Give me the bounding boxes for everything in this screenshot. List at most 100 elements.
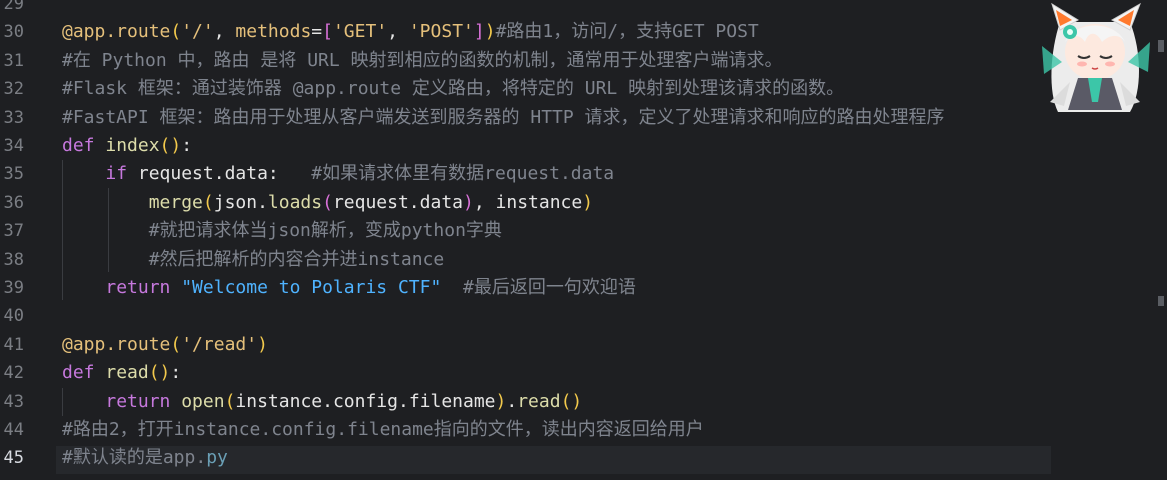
code-token: #在 Python 中，路由 是将 URL 映射到相应的函数的机制，通常用于处理…	[62, 49, 783, 71]
code-text: @app.route('/', methods=['GET', 'POST'])…	[62, 18, 759, 46]
code-line[interactable]: 36 merge(json.loads(request.data), insta…	[0, 189, 1155, 217]
code-token: ,	[387, 21, 409, 43]
code-line[interactable]: 41 @app.route('/read')	[0, 331, 1155, 359]
line-number: 37	[3, 221, 24, 242]
code-token: )	[495, 390, 507, 412]
line-number: 32	[3, 79, 24, 100]
code-token: ]	[473, 21, 485, 43]
code-token: =	[311, 21, 323, 43]
code-token: 'POST'	[408, 21, 474, 43]
code-line[interactable]: 43 return open(instance.config.filename)…	[0, 388, 1155, 416]
code-token: '/read'	[181, 333, 258, 355]
code-token: "Welcome to Polaris CTF"	[181, 277, 442, 298]
code-editor[interactable]: 29 30 @app.route('/', methods=['GET', 'POS…	[0, 0, 1167, 480]
mascot-sticker-icon	[1042, 2, 1150, 112]
code-line[interactable]: 39 return "Welcome to Polaris CTF" #最后返回…	[0, 274, 1155, 302]
line-number: 40	[3, 306, 24, 327]
line-number: 31	[3, 50, 24, 71]
code-token: read	[105, 362, 149, 384]
code-token: (	[224, 390, 236, 412]
code-text: #Flask 框架：通过装饰器 @app.route 定义路由，将特定的 URL…	[62, 75, 844, 103]
code-token: 'GET'	[332, 21, 388, 43]
code-text: #FastAPI 框架：路由用于处理从客户端发送到服务器的 HTTP 请求，定义…	[62, 104, 945, 132]
code-token: return	[105, 390, 182, 412]
code-token: read	[517, 390, 561, 412]
code-token: ()	[159, 135, 182, 156]
code-text: if request.data: #如果请求体里有数据request.data	[62, 160, 614, 188]
code-token: #Flask 框架：通过装饰器 @app.route 定义路由，将特定的 URL…	[62, 78, 845, 100]
code-lines[interactable]: 29 30 @app.route('/', methods=['GET', 'POS…	[0, 0, 1155, 480]
code-line[interactable]: 35 if request.data: #如果请求体里有数据request.da…	[0, 160, 1155, 188]
code-line[interactable]: 33 #FastAPI 框架：路由用于处理从客户端发送到服务器的 HTTP 请求，…	[0, 104, 1155, 132]
code-token: methods	[235, 21, 312, 43]
code-token: #最后返回一句欢迎语	[463, 277, 636, 298]
code-line[interactable]: 45 #默认读的是app.py	[0, 444, 1155, 472]
code-line[interactable]: 37 #就把请求体当json解析，变成python字典	[0, 217, 1155, 245]
line-number: 38	[3, 249, 24, 270]
line-number: 43	[3, 391, 24, 412]
code-token: #就把请求体当json解析，变成python字典	[148, 220, 502, 242]
code-token: #路由2，打开instance.config.filename指向的文件，读出内…	[62, 419, 704, 440]
code-token: (	[170, 21, 182, 43]
code-token: [	[322, 21, 333, 43]
line-number: 45	[3, 448, 24, 469]
code-token: request.data	[332, 191, 463, 213]
line-number: 41	[3, 334, 24, 355]
code-text: return "Welcome to Polaris CTF" #最后返回一句欢…	[62, 274, 636, 302]
code-token: .	[506, 390, 518, 412]
code-token: #然后把解析的内容合并进instance	[148, 248, 445, 270]
code-token: )	[257, 333, 268, 355]
code-token: open	[181, 390, 225, 412]
code-line[interactable]: 32 #Flask 框架：通过装饰器 @app.route 定义路由，将特定的 U…	[0, 75, 1155, 103]
code-text: #就把请求体当json解析，变成python字典	[62, 217, 502, 245]
line-number: 33	[3, 107, 24, 128]
code-token: '/'	[181, 21, 214, 43]
code-token: (	[322, 191, 333, 213]
line-number: 42	[3, 363, 24, 384]
code-token: :	[170, 362, 182, 384]
code-text: return open(instance.config.filename).re…	[62, 388, 582, 416]
code-line[interactable]: 31 #在 Python 中，路由 是将 URL 映射到相应的函数的机制，通常用于…	[0, 47, 1155, 75]
code-token: ,	[213, 21, 236, 43]
line-number: 36	[3, 192, 24, 213]
code-token: #默认读的是app.	[62, 447, 207, 469]
code-line[interactable]: 38 #然后把解析的内容合并进instance	[0, 246, 1155, 274]
code-token: (	[170, 333, 182, 355]
code-token: ()	[560, 390, 583, 412]
code-token: :	[181, 135, 193, 156]
code-token: ()	[148, 362, 171, 384]
code-line[interactable]: 40	[0, 302, 1155, 330]
code-line[interactable]: 34 def index():	[0, 132, 1155, 160]
code-token: py	[206, 447, 228, 469]
code-line[interactable]: 29	[0, 0, 1155, 18]
code-line[interactable]: 42 def read():	[0, 359, 1155, 387]
code-token: def	[62, 135, 106, 156]
code-token: #FastAPI 框架：路由用于处理从客户端发送到服务器的 HTTP 请求，定义…	[62, 106, 945, 128]
line-number: 35	[3, 164, 24, 185]
code-token: )	[582, 191, 594, 213]
code-text: def index():	[62, 132, 192, 160]
code-line[interactable]: 44 #路由2，打开instance.config.filename指向的文件，读…	[0, 416, 1155, 444]
code-line[interactable]: 30 @app.route('/', methods=['GET', 'POST'…	[0, 18, 1155, 46]
line-number: 34	[3, 136, 24, 156]
code-token: , instance	[473, 191, 583, 213]
code-token: if	[105, 163, 138, 185]
code-token: @app.route	[62, 333, 171, 355]
code-token: #如果请求体里有数据request.data	[311, 163, 615, 185]
line-number: 39	[3, 278, 24, 298]
code-text: #默认读的是app.py	[62, 444, 228, 472]
code-token: def	[62, 362, 106, 384]
code-token: return	[105, 277, 182, 298]
code-text: #路由2，打开instance.config.filename指向的文件，读出内…	[62, 416, 704, 444]
code-text: def read():	[62, 359, 181, 387]
line-number: 30	[3, 22, 24, 43]
code-text: #在 Python 中，路由 是将 URL 映射到相应的函数的机制，通常用于处理…	[62, 47, 783, 75]
code-token: index	[105, 135, 160, 156]
